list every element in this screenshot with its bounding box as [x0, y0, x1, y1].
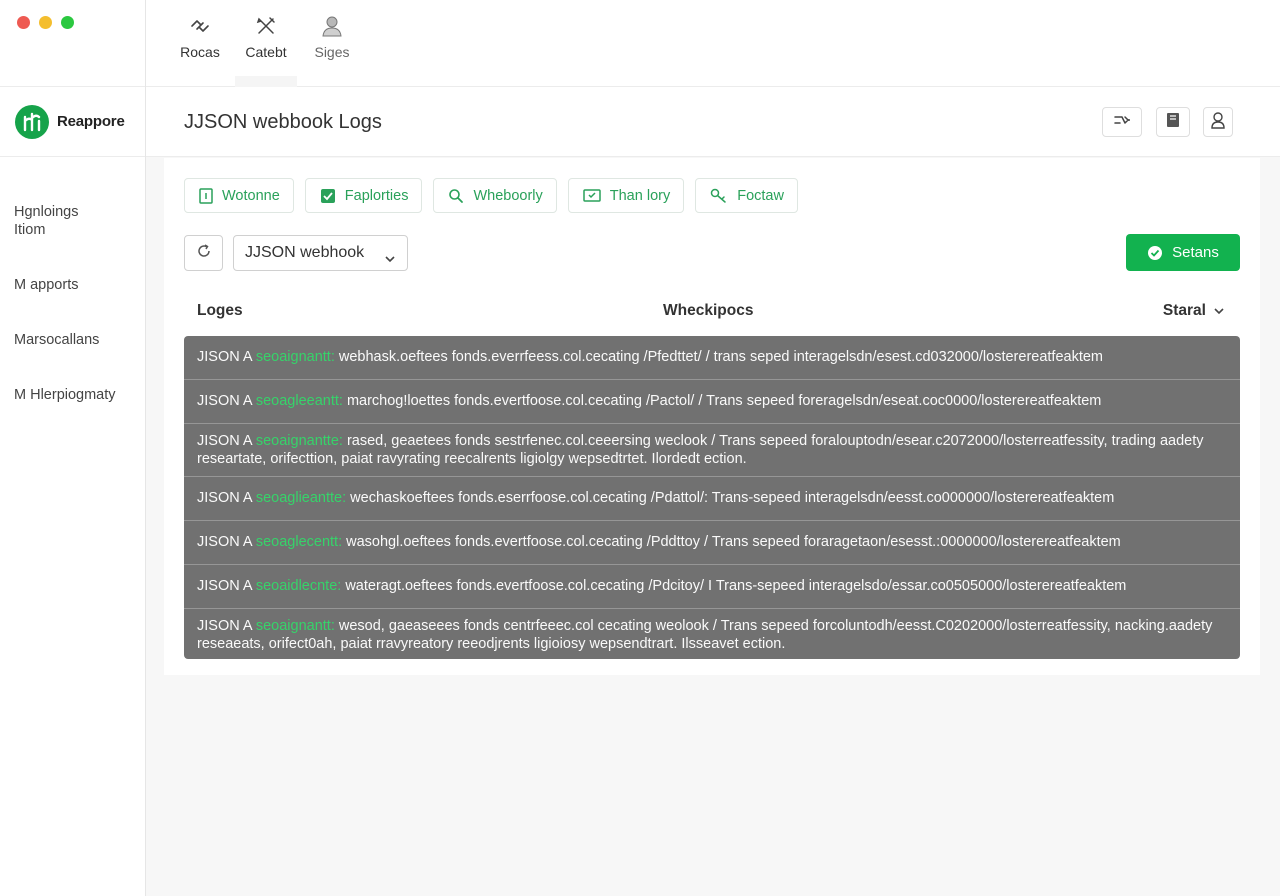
log-prefix: JISON A	[197, 578, 256, 594]
log-highlight: seoaignantt:	[255, 618, 335, 634]
window-chrome	[0, 0, 145, 87]
chip-label: Foctaw	[737, 187, 784, 204]
save-settings-button[interactable]: Setans	[1126, 234, 1240, 271]
log-row[interactable]: JISON A seoaidlecnte: wateragt.oeftees f…	[184, 565, 1240, 609]
share-icon	[1113, 113, 1131, 132]
primary-button-label: Setans	[1172, 244, 1219, 261]
chevron-down-icon	[1214, 307, 1224, 315]
search-icon	[448, 188, 464, 204]
zoom-window-button[interactable]	[61, 16, 74, 29]
sidebar-item-typography[interactable]: M Hlerpiogmaty	[0, 386, 145, 404]
chip-wheboorly[interactable]: Wheboorly	[433, 178, 557, 213]
account-button[interactable]	[1203, 107, 1233, 137]
chip-faplorties[interactable]: Faplorties	[304, 178, 423, 213]
chip-label: Than lory	[609, 187, 671, 204]
log-prefix: JISON A	[197, 433, 256, 449]
webhook-select-value: JJSON webhook	[245, 244, 365, 261]
sidebar-nav: Hgnloings Itiom M apports Marsocallans M…	[0, 157, 145, 404]
sidebar-item-highlights[interactable]: Hgnloings Itiom	[0, 203, 100, 239]
page-title: JJSON webbook Logs	[184, 111, 382, 133]
chip-label: Faplorties	[344, 187, 409, 204]
log-text: rased, geaetees fonds sestrfenec.col.cee…	[197, 433, 1204, 467]
log-row[interactable]: JISON A seoaglecentt: wasohgl.oeftees fo…	[184, 521, 1240, 565]
chevron-down-icon	[385, 250, 395, 268]
close-window-button[interactable]	[17, 16, 30, 29]
brand-name: Reappore	[57, 113, 125, 130]
tab-rocas[interactable]: Rocas	[169, 12, 231, 60]
webhook-select[interactable]: JJSON webhook	[233, 235, 408, 271]
brand-logo-icon	[15, 104, 49, 139]
sidebar: Reappore Hgnloings Itiom M apports Marso…	[0, 0, 146, 896]
chip-than-lory[interactable]: Than lory	[567, 178, 685, 213]
column-header-webhook: Wheckipocs	[663, 302, 754, 319]
tab-label: Catebt	[245, 44, 287, 60]
log-list: JISON A seoaignantt: webhask.oeftees fon…	[184, 336, 1240, 659]
log-text: wesod, gaeaseees fonds centrfeeec.col ce…	[197, 618, 1213, 652]
log-row[interactable]: JISON A seoaignantt: webhask.oeftees fon…	[184, 336, 1240, 380]
key-icon	[710, 188, 728, 204]
log-prefix: JISON A	[197, 490, 256, 506]
log-text: webhask.oeftees fonds.everrfeess.col.cec…	[334, 349, 1104, 365]
tab-catebt[interactable]: Catebt	[235, 12, 297, 90]
user-icon	[301, 12, 363, 40]
log-text: wasohgl.oeftees fonds.evertfoose.col.cec…	[342, 534, 1121, 550]
column-header-status[interactable]: Staral	[1163, 302, 1224, 320]
log-prefix: JISON A	[197, 393, 256, 409]
tab-siges[interactable]: Siges	[301, 12, 363, 60]
log-text: wateragt.oeftees fonds.evertfoose.col.ce…	[341, 578, 1127, 594]
log-row[interactable]: JISON A seoagleeantt: marchog!loettes fo…	[184, 380, 1240, 424]
sidebar-item-miscellaneous[interactable]: Marsocallans	[0, 331, 145, 349]
column-header-logs: Loges	[197, 302, 243, 319]
log-highlight: seoaglieantte:	[255, 490, 347, 506]
log-prefix: JISON A	[197, 534, 256, 550]
status-header-label: Staral	[1162, 302, 1206, 319]
chip-label: Wotonne	[222, 187, 280, 204]
doc-icon	[199, 187, 213, 204]
brand[interactable]: Reappore	[0, 87, 145, 157]
log-highlight: seoaidlecnte:	[255, 578, 342, 594]
top-tab-bar: Rocas Catebt Siges	[146, 0, 1280, 90]
logs-panel: Wotonne Faplorties Wheboorly Than lory F…	[164, 158, 1260, 675]
refresh-button[interactable]	[184, 235, 223, 271]
refresh-icon	[196, 243, 212, 264]
tools-icon	[235, 12, 297, 40]
log-text: wechaskoeftees fonds.eserrfoose.col.ceca…	[346, 490, 1115, 506]
check-square-icon	[320, 188, 336, 204]
log-row[interactable]: JISON A seoaignantt: wesod, gaeaseees fo…	[184, 609, 1240, 659]
log-prefix: JISON A	[197, 618, 256, 634]
chip-foctaw[interactable]: Foctaw	[695, 178, 798, 213]
share-button[interactable]	[1102, 107, 1142, 137]
check-circle-icon	[1147, 245, 1163, 261]
chip-wotonne[interactable]: Wotonne	[184, 178, 294, 213]
account-icon	[1210, 111, 1226, 134]
log-highlight: seoagleeantt:	[255, 393, 343, 409]
log-highlight: seoaignantte:	[255, 433, 343, 449]
monitor-icon	[583, 188, 601, 204]
link-icon	[169, 12, 231, 40]
bookmark-button[interactable]	[1156, 107, 1190, 137]
log-row[interactable]: JISON A seoaglieantte: wechaskoeftees fo…	[184, 477, 1240, 521]
log-text: marchog!loettes fonds.evertfoose.col.cec…	[342, 393, 1102, 409]
page-header: JJSON webbook Logs	[146, 87, 1280, 157]
filter-chips: Wotonne Faplorties Wheboorly Than lory F…	[184, 178, 798, 213]
log-prefix: JISON A	[197, 349, 256, 365]
tab-label: Rocas	[180, 44, 220, 60]
log-highlight: seoaglecentt:	[255, 534, 343, 550]
tab-label: Siges	[314, 44, 350, 60]
minimize-window-button[interactable]	[39, 16, 52, 29]
chip-label: Wheboorly	[473, 187, 543, 204]
log-highlight: seoaignantt:	[255, 349, 335, 365]
log-row[interactable]: JISON A seoaignantte: rased, geaetees fo…	[184, 424, 1240, 477]
sidebar-item-reports[interactable]: M apports	[0, 276, 145, 294]
window-controls	[17, 16, 74, 29]
bookmark-icon	[1166, 112, 1180, 133]
